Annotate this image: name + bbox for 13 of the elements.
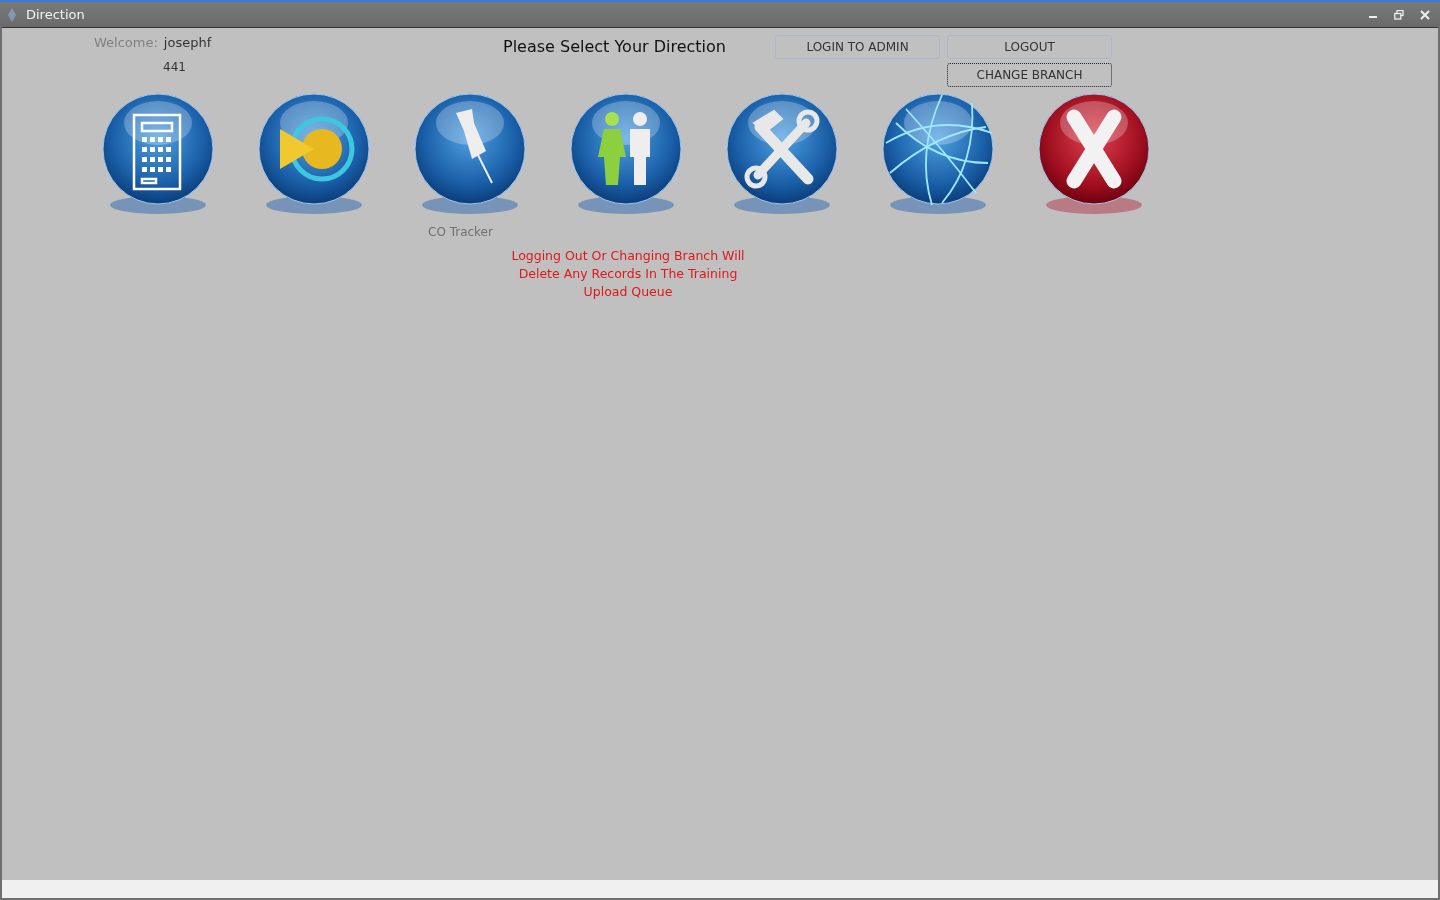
username: josephf xyxy=(163,35,212,50)
app-icon xyxy=(6,6,18,23)
action-button[interactable]: CHANGE BRANCH xyxy=(947,63,1112,87)
window-title: Direction xyxy=(26,7,85,22)
welcome-label: Welcome: xyxy=(94,35,158,50)
close-icon[interactable] xyxy=(1420,9,1430,20)
action-button[interactable]: LOGIN TO ADMIN xyxy=(775,35,940,59)
tile-label: CO Tracker xyxy=(428,225,493,239)
branch-number: 441 xyxy=(163,60,187,74)
restore-icon[interactable] xyxy=(1394,9,1404,20)
action-button[interactable]: LOGOUT xyxy=(947,35,1112,59)
page-heading: Please Select Your Direction xyxy=(503,37,726,56)
warning-message: Logging Out Or Changing Branch Will Delete Any Records In The Training Upload Queue xyxy=(510,247,746,301)
